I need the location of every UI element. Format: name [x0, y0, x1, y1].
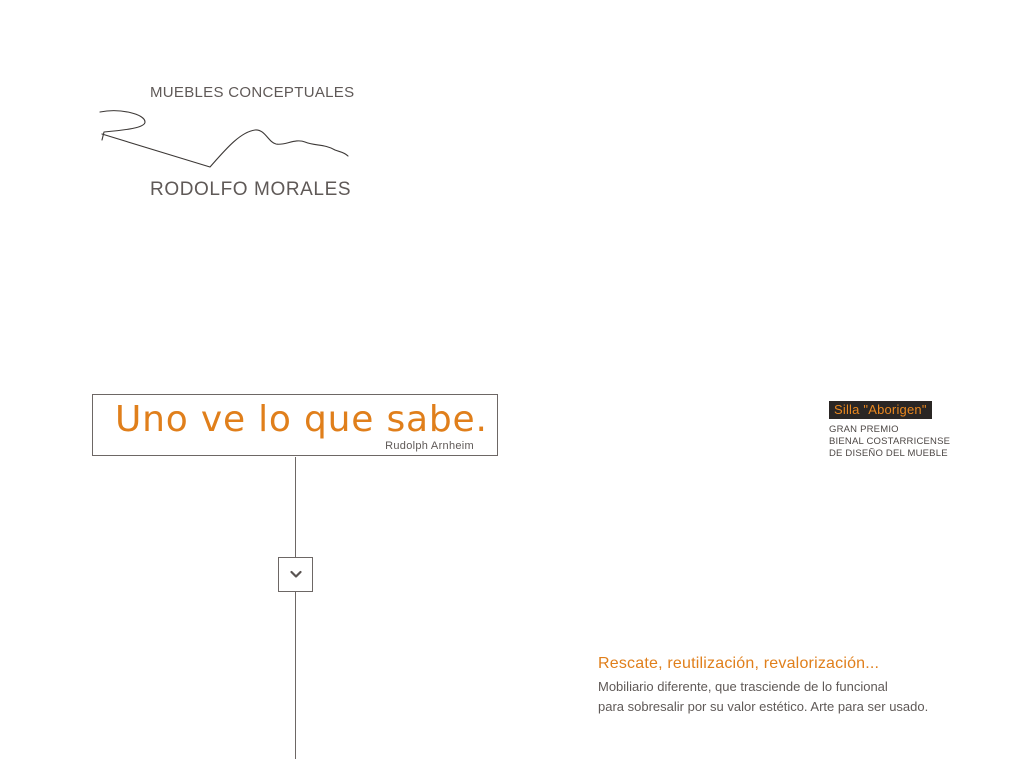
tagline-body-line-1: Mobiliario diferente, que trasciende de …	[598, 679, 888, 694]
award-line-3: DE DISEÑO DEL MUEBLE	[829, 448, 948, 459]
quote-box: Uno ve lo que sabe. Rudolph Arnheim	[92, 394, 498, 456]
logo-tagline: MUEBLES CONCEPTUALES	[150, 84, 355, 101]
quote-text: Uno ve lo que sabe.	[115, 399, 488, 440]
chevron-down-icon	[289, 570, 302, 578]
award-block: Silla "Aborigen" GRAN PREMIO BIENAL COST…	[829, 401, 950, 460]
award-line-2: BIENAL COSTARRICENSE	[829, 436, 951, 447]
award-line-1: GRAN PREMIO	[829, 424, 899, 435]
logo-name: RODOLFO MORALES	[150, 179, 352, 200]
quote-author: Rudolph Arnheim	[385, 440, 474, 452]
award-badge[interactable]: Silla "Aborigen"	[829, 401, 932, 419]
tagline-body: Mobiliario diferente, que trasciende de …	[598, 677, 928, 717]
vertical-divider	[295, 457, 296, 759]
tagline-block: Rescate, reutilización, revalorización..…	[598, 655, 928, 717]
award-description: GRAN PREMIO BIENAL COSTARRICENSE DE DISE…	[829, 424, 950, 460]
tagline-title: Rescate, reutilización, revalorización..…	[598, 655, 880, 672]
tagline-body-line-2: para sobresalir por su valor estético. A…	[598, 699, 929, 714]
signature-icon	[99, 110, 349, 168]
brand-logo[interactable]: MUEBLES CONCEPTUALES RODOLFO MORALES	[0, 0, 380, 220]
scroll-down-button[interactable]	[278, 557, 313, 592]
